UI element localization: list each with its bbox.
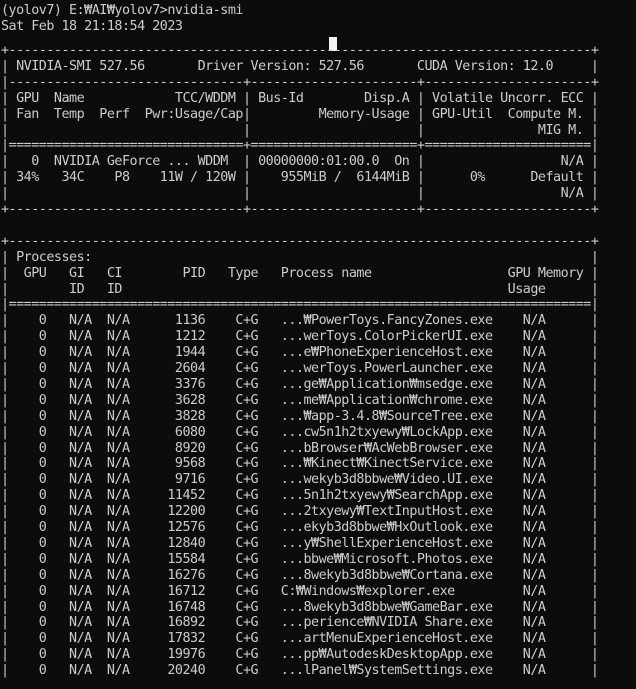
- output-line: |-------------------------------+-------…: [1, 74, 599, 90]
- output-line: | 0 N/A N/A 17832 C+G ...artMenuExperien…: [1, 631, 599, 647]
- output-line: | 0 N/A N/A 9568 C+G ...₩Kinect₩KinectSe…: [1, 456, 599, 472]
- output-line: | 0 N/A N/A 12200 C+G ...2txyewy₩TextInp…: [1, 504, 599, 520]
- output-line: | 0 N/A N/A 16712 C+G C:₩Windows₩explore…: [1, 583, 599, 599]
- timestamp-line: Sat Feb 18 21:18:54 2023: [1, 19, 183, 34]
- output-line: | 0 N/A N/A 1212 C+G ...werToys.ColorPic…: [1, 329, 599, 345]
- output-line: | 0 N/A N/A 16892 C+G ...perience₩NVIDIA…: [1, 615, 599, 631]
- output-line: |===============================+=======…: [1, 138, 599, 154]
- output-line: | 0 N/A N/A 16276 C+G ...8wekyb3d8bbwe₩C…: [1, 567, 599, 583]
- output-line: | Processes: |: [1, 249, 599, 265]
- output-line: | 0 N/A N/A 12840 C+G ...y₩ShellExperien…: [1, 535, 599, 551]
- output-line: | | | MIG M. |: [1, 122, 599, 138]
- output-line: | Fan Temp Perf Pwr:Usage/Cap| Memory-Us…: [1, 106, 599, 122]
- output-line: | 0 N/A N/A 3376 C+G ...ge₩Application₩m…: [1, 376, 599, 392]
- output-line: | 0 N/A N/A 12576 C+G ...ekyb3d8bbwe₩HxO…: [1, 520, 599, 535]
- output-line: | 0 N/A N/A 9716 C+G ...wekyb3d8bbwe₩Vid…: [1, 472, 599, 488]
- output-line: | 0 N/A N/A 19976 C+G ...pp₩AutodeskDesk…: [1, 647, 599, 663]
- output-line: | 0 N/A N/A 1944 C+G ...e₩PhoneExperienc…: [1, 345, 599, 361]
- output-line: | | | N/A |: [1, 186, 599, 202]
- output-line: | 0 N/A N/A 6080 C+G ...cw5n1h2txyewy₩Lo…: [1, 424, 599, 440]
- output-line: | 0 N/A N/A 8920 C+G ...bBrowser₩AcWebBr…: [1, 440, 599, 456]
- output-line: | 0 NVIDIA GeForce ... WDDM | 00000000:0…: [1, 154, 599, 170]
- output-line: | 0 N/A N/A 11452 C+G ...5n1h2txyewy₩Sea…: [1, 488, 599, 504]
- output-line: | 0 N/A N/A 15584 C+G ...bbwe₩Microsoft.…: [1, 551, 599, 567]
- output-line: | 0 N/A N/A 3628 C+G ...me₩Application₩c…: [1, 392, 599, 408]
- output-line: | 34% 34C P8 11W / 120W | 955MiB / 6144M…: [1, 170, 599, 186]
- output-line: | GPU Name TCC/WDDM | Bus-Id Disp.A | Vo…: [1, 90, 599, 106]
- output-line: +-------------------------------+-------…: [1, 202, 599, 217]
- output-line: | ID ID Usage |: [1, 281, 599, 297]
- output-line: | 0 N/A N/A 20240 C+G ...lPanel₩SystemSe…: [1, 663, 599, 679]
- prompt-line: (yolov7) E:₩AI₩yolov7>nvidia-smi: [1, 3, 243, 18]
- output-line: | 0 N/A N/A 16748 C+G ...8wekyb3d8bbwe₩G…: [1, 599, 599, 615]
- output-line: | GPU GI CI PID Type Process name GPU Me…: [1, 265, 599, 281]
- output-line: | NVIDIA-SMI 527.56 Driver Version: 527.…: [1, 58, 599, 74]
- output-line: | 0 N/A N/A 1136 C+G ...₩PowerToys.Fancy…: [1, 313, 599, 329]
- output-line: +---------------------------------------…: [1, 43, 599, 58]
- output-line: +---------------------------------------…: [1, 233, 599, 249]
- output-line: | 0 N/A N/A 3828 C+G ...₩app-3.4.8₩Sourc…: [1, 408, 599, 424]
- output-line: |=======================================…: [1, 297, 599, 313]
- output-line: | 0 N/A N/A 2604 C+G ...werToys.PowerLau…: [1, 361, 599, 376]
- terminal-window[interactable]: (yolov7) E:₩AI₩yolov7>nvidia-smi Sat Feb…: [0, 0, 636, 689]
